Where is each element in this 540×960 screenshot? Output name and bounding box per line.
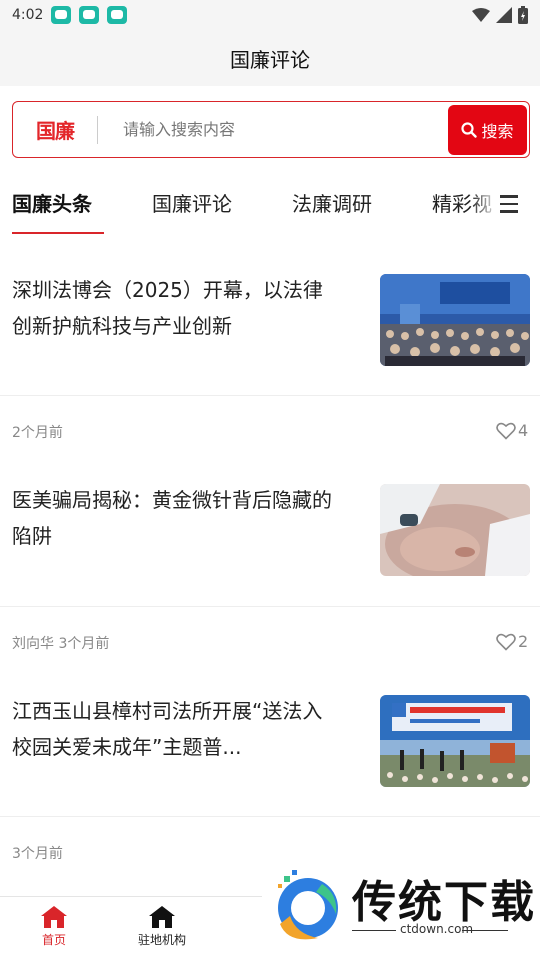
- search-icon: [461, 121, 478, 138]
- nav-item-offices[interactable]: 驻地机构: [117, 905, 207, 948]
- brand-logo: 国廉: [36, 119, 75, 143]
- watermark-url: ctdown.com: [400, 922, 474, 936]
- like-count: 2: [518, 632, 529, 651]
- article-title[interactable]: 医美骗局揭秘：黄金微针背后隐藏的陷阱: [12, 482, 342, 554]
- tab-research[interactable]: 法廉调研: [292, 188, 372, 217]
- app-header: 国廉评论: [0, 30, 540, 86]
- building-icon: [149, 906, 175, 928]
- status-indicators: [472, 6, 528, 24]
- notification-app-icon: [79, 6, 100, 24]
- heart-icon: [496, 633, 516, 651]
- watermark-emblem-icon: [278, 870, 338, 940]
- watermark-logo: 传统下载 ctdown.com: [262, 858, 540, 960]
- divider: [0, 606, 540, 607]
- article-meta: 2个月前: [12, 425, 63, 441]
- nav-item-home[interactable]: 首页: [9, 905, 99, 948]
- tab-commentary[interactable]: 国廉评论: [152, 188, 232, 217]
- category-tabs: 国廉头条 国廉评论 法廉调研 精彩视: [0, 172, 540, 236]
- watermark-text: 传统下载: [352, 877, 536, 928]
- signal-icon: [496, 7, 512, 23]
- nav-label: 首页: [41, 933, 66, 947]
- article-thumbnail[interactable]: [380, 274, 530, 366]
- article-thumbnail[interactable]: [380, 484, 530, 576]
- page-title: 国廉评论: [230, 47, 310, 72]
- outdoor-event-photo: [380, 695, 530, 787]
- active-tab-indicator: [12, 232, 104, 234]
- home-icon: [41, 906, 67, 928]
- like-button[interactable]: 2: [496, 632, 528, 651]
- divider: [0, 816, 540, 817]
- notification-app-icon: [107, 6, 128, 24]
- divider: [0, 395, 540, 396]
- search-input[interactable]: [98, 102, 448, 157]
- conference-photo: [380, 274, 530, 366]
- search-button-label: 搜索: [481, 121, 514, 141]
- search-button[interactable]: 搜索: [448, 104, 527, 155]
- search-bar: 国廉 搜索: [12, 101, 530, 158]
- article-title[interactable]: 深圳法博会（2025）开幕，以法律创新护航科技与产业创新: [12, 272, 342, 344]
- wifi-icon: [472, 8, 490, 22]
- article-meta: 3个月前: [12, 846, 63, 862]
- article-title[interactable]: 江西玉山县樟村司法所开展“送法入校园关爱未成年”主题普...: [12, 693, 342, 765]
- like-button[interactable]: 4: [496, 421, 528, 440]
- tab-menu-icon[interactable]: [496, 190, 524, 218]
- nav-label: 驻地机构: [137, 933, 186, 947]
- tab-headlines[interactable]: 国廉头条: [12, 188, 92, 217]
- notification-app-icon: [51, 6, 72, 24]
- cosmetic-procedure-photo: [380, 484, 530, 576]
- watermark-line: [352, 930, 396, 931]
- heart-icon: [496, 422, 516, 440]
- battery-icon: [518, 6, 528, 24]
- status-bar: 4:02: [0, 0, 540, 30]
- status-time: 4:02: [12, 7, 44, 23]
- like-count: 4: [518, 421, 529, 440]
- article-meta: 刘向华 3个月前: [12, 636, 110, 652]
- article-thumbnail[interactable]: [380, 695, 530, 787]
